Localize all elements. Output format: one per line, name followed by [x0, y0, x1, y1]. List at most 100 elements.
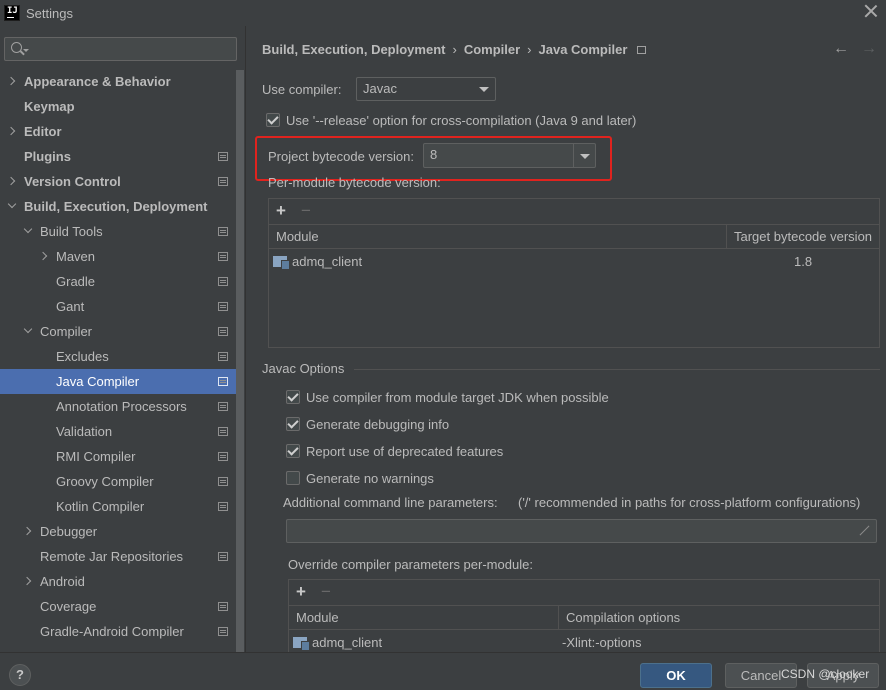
- intellij-logo-icon: IJ: [4, 5, 20, 21]
- sidebar-item-debugger[interactable]: Debugger: [0, 519, 236, 544]
- table-row[interactable]: admq_client 1.8: [269, 250, 879, 274]
- release-option-label: Use '--release' option for cross-compila…: [286, 113, 637, 128]
- sidebar-item-gradle-android-compiler[interactable]: Gradle-Android Compiler: [0, 619, 236, 644]
- project-level-icon: [218, 177, 228, 186]
- sidebar-item-validation[interactable]: Validation: [0, 419, 236, 444]
- back-arrow-icon[interactable]: ←: [833, 40, 849, 58]
- javac-options-title: Javac Options: [262, 361, 345, 376]
- sidebar-item-compiler[interactable]: Compiler: [0, 319, 236, 344]
- chevron-right-icon[interactable]: [22, 576, 32, 586]
- debug-info-label: Generate debugging info: [306, 417, 450, 432]
- sidebar-item-gradle[interactable]: Gradle: [0, 269, 236, 294]
- sidebar-item-android[interactable]: Android: [0, 569, 236, 594]
- per-module-table: + − Module Target bytecode version admq_…: [268, 198, 880, 348]
- sidebar-item-maven[interactable]: Maven: [0, 244, 236, 269]
- sidebar-item-java-compiler[interactable]: Java Compiler: [0, 369, 236, 394]
- project-level-icon: [218, 552, 228, 561]
- sidebar-item-groovy-compiler[interactable]: Groovy Compiler: [0, 469, 236, 494]
- column-header-target-version[interactable]: Target bytecode version: [734, 229, 872, 244]
- chevron-down-icon[interactable]: [23, 224, 33, 234]
- forward-arrow-icon[interactable]: →: [861, 40, 877, 58]
- chevron-right-icon[interactable]: [38, 251, 48, 261]
- remove-override-button[interactable]: −: [321, 582, 331, 602]
- settings-content: Build, Execution, Deployment › Compiler › Ja…: [245, 26, 886, 654]
- add-override-button[interactable]: +: [296, 582, 306, 602]
- chevron-right-icon[interactable]: [6, 176, 16, 186]
- breadcrumb-item: Compiler: [463, 42, 521, 57]
- no-warnings-label: Generate no warnings: [306, 471, 434, 486]
- dialog-footer: ? OK Cancel Apply CSDN @clooker: [0, 652, 886, 690]
- sidebar-item-label: Gradle: [56, 274, 96, 289]
- additional-params-label: Additional command line parameters:: [283, 495, 498, 510]
- bytecode-version-label: Project bytecode version:: [268, 149, 414, 164]
- no-warnings-checkbox[interactable]: [286, 471, 300, 485]
- project-level-icon: [218, 227, 228, 236]
- sidebar-item-annotation-processors[interactable]: Annotation Processors: [0, 394, 236, 419]
- sidebar-item-version-control[interactable]: Version Control: [0, 169, 236, 194]
- chevron-right-icon[interactable]: [6, 76, 16, 86]
- search-icon: [11, 42, 22, 53]
- use-compiler-value: Javac: [363, 81, 397, 96]
- sidebar-item-label: Excludes: [56, 349, 109, 364]
- breadcrumb-separator: ›: [527, 42, 532, 57]
- sidebar-item-remote-jar-repositories[interactable]: Remote Jar Repositories: [0, 544, 236, 569]
- debug-info-checkbox[interactable]: [286, 417, 300, 431]
- sidebar-item-build-execution-deployment[interactable]: Build, Execution, Deployment: [0, 194, 236, 219]
- override-params-table: + − Module Compilation options admq_clie…: [288, 579, 880, 654]
- column-header-module[interactable]: Module: [276, 229, 319, 244]
- release-option-checkbox[interactable]: [266, 113, 280, 127]
- chevron-down-icon[interactable]: [7, 199, 17, 209]
- module-folder-icon: [273, 256, 290, 270]
- breadcrumb-separator: ›: [452, 42, 457, 57]
- sidebar-item-label: Gant: [56, 299, 85, 314]
- sidebar-item-appearance[interactable]: Appearance & Behavior: [0, 69, 236, 94]
- sidebar-item-kotlin-compiler[interactable]: Kotlin Compiler: [0, 494, 236, 519]
- add-module-button[interactable]: +: [276, 201, 286, 221]
- settings-search-input[interactable]: [4, 37, 237, 61]
- use-compiler-select[interactable]: Javac: [356, 77, 496, 101]
- sidebar-item-coverage[interactable]: Coverage: [0, 594, 236, 619]
- close-icon[interactable]: [864, 4, 878, 18]
- expand-icon[interactable]: [858, 525, 870, 537]
- sidebar-item-gant[interactable]: Gant: [0, 294, 236, 319]
- watermark: CSDN @clooker: [781, 667, 870, 681]
- sidebar-scrollbar[interactable]: [236, 70, 244, 652]
- remove-module-button[interactable]: −: [301, 201, 311, 221]
- table-row[interactable]: admq_client -Xlint:-options: [289, 631, 879, 653]
- sidebar-item-rmi-compiler[interactable]: RMI Compiler: [0, 444, 236, 469]
- additional-params-hint: ('/' recommended in paths for cross-plat…: [518, 495, 861, 510]
- chevron-down-icon[interactable]: [23, 324, 33, 334]
- project-level-icon: [218, 152, 228, 161]
- use-compiler-label: Use compiler:: [262, 82, 342, 97]
- deprecation-checkbox[interactable]: [286, 444, 300, 458]
- project-level-icon: [218, 627, 228, 636]
- sidebar-item-label: Remote Jar Repositories: [40, 549, 184, 564]
- chevron-right-icon[interactable]: [6, 126, 16, 136]
- chevron-right-icon[interactable]: [22, 526, 32, 536]
- chevron-down-icon: [479, 87, 489, 92]
- sidebar-item-label: Editor: [24, 124, 62, 139]
- settings-sidebar: Appearance & Behavior Keymap Editor Plug…: [0, 26, 245, 652]
- compilation-options: -Xlint:-options: [562, 635, 642, 650]
- sidebar-item-plugins[interactable]: Plugins: [0, 144, 236, 169]
- help-button[interactable]: ?: [9, 664, 31, 686]
- ok-button[interactable]: OK: [640, 663, 712, 688]
- target-jdk-checkbox[interactable]: [286, 390, 300, 404]
- sidebar-item-label: Appearance & Behavior: [24, 74, 171, 89]
- project-level-icon: [218, 302, 228, 311]
- column-header-module[interactable]: Module: [296, 610, 339, 625]
- sidebar-item-label: Maven: [56, 249, 96, 264]
- window-title: Settings: [26, 5, 73, 21]
- sidebar-item-excludes[interactable]: Excludes: [0, 344, 236, 369]
- sidebar-item-label: Build Tools: [40, 224, 103, 239]
- additional-params-input[interactable]: [286, 519, 877, 543]
- breadcrumb-item: Java Compiler: [538, 42, 628, 57]
- bytecode-version-select[interactable]: 8: [423, 143, 596, 168]
- sidebar-item-keymap[interactable]: Keymap: [0, 94, 236, 119]
- sidebar-item-editor[interactable]: Editor: [0, 119, 236, 144]
- column-header-compilation-options[interactable]: Compilation options: [566, 610, 680, 625]
- sidebar-item-build-tools[interactable]: Build Tools: [0, 219, 236, 244]
- sidebar-item-label: Version Control: [24, 174, 121, 189]
- module-folder-icon: [293, 637, 310, 651]
- sidebar-item-label: Kotlin Compiler: [56, 499, 145, 514]
